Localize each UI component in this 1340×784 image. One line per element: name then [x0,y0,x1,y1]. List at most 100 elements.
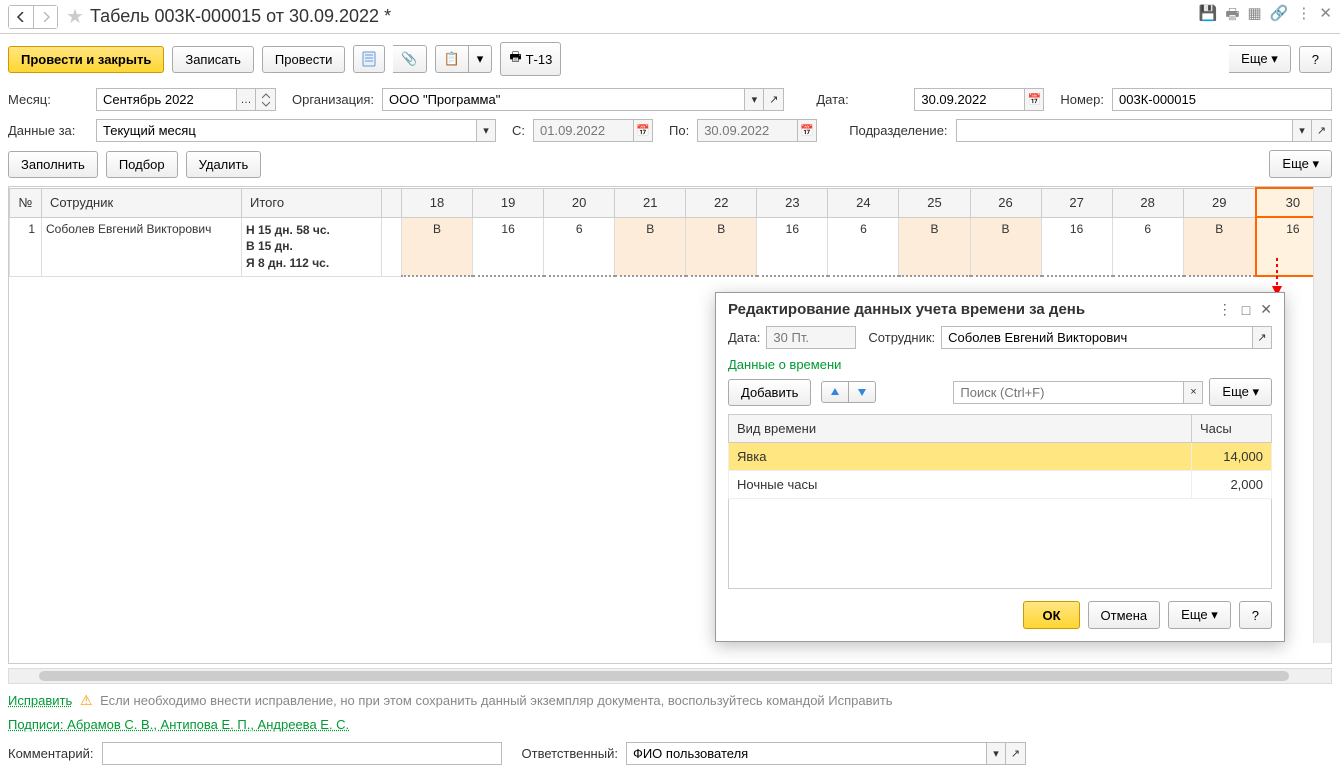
cell-day-22[interactable]: В [686,217,757,276]
month-label: Месяц: [8,92,88,107]
comment-input[interactable] [102,742,502,765]
horizontal-scrollbar[interactable] [8,668,1332,684]
dlg-more-button[interactable]: Еще ▾ [1209,378,1272,406]
dlg-help-button[interactable]: ? [1239,601,1272,629]
cell-day-29[interactable]: В [1183,217,1256,276]
col-total: Итого [242,188,382,217]
favorite-icon[interactable]: ★ [66,4,84,29]
dlg-time-table[interactable]: Вид времени Часы Явка 14,000 Ночные часы… [728,414,1272,589]
t13-button[interactable]: 🖶 Т-13 [500,42,561,76]
to-calendar-icon[interactable]: 📅 [797,119,817,142]
main-toolbar: Провести и закрыть Записать Провести 📎 📋… [0,34,1340,84]
col-day-22: 22 [686,188,757,217]
vertical-scrollbar[interactable] [1313,187,1331,643]
col-employee: Сотрудник [42,188,242,217]
signatures-link[interactable]: Подписи: Абрамов С. В., Антипова Е. П., … [8,717,349,732]
dlg-ok-button[interactable]: ОК [1023,601,1079,629]
back-button[interactable] [9,6,33,28]
from-label: С: [512,123,525,138]
responsible-dropdown[interactable]: ▾ [986,742,1006,765]
dlg-more2-button[interactable]: Еще ▾ [1168,601,1231,629]
forward-button[interactable] [33,6,57,28]
cell-day-21[interactable]: В [615,217,686,276]
cell-day-25[interactable]: В [899,217,970,276]
cell-num[interactable]: 1 [10,217,42,276]
dlg-cell-type[interactable]: Ночные часы [729,471,1192,499]
copy-button[interactable]: 📋 [435,45,469,73]
dialog-close-icon[interactable]: ✕ [1260,301,1272,318]
from-input [533,119,633,142]
cell-day-28[interactable]: 6 [1112,217,1183,276]
cell-day-23[interactable]: 16 [757,217,828,276]
dlg-cell-hours[interactable]: 14,000 [1192,443,1272,471]
title-icons: 💾 🖶 ▦ 🔗 ⋮ ✕ [1199,4,1332,29]
cell-day-18[interactable]: В [402,217,473,276]
dept-dropdown[interactable]: ▾ [1292,119,1312,142]
responsible-input[interactable] [626,742,986,765]
dept-input[interactable] [956,119,1292,142]
post-button[interactable]: Провести [262,46,346,73]
table-more-button[interactable]: Еще ▾ [1269,150,1332,178]
table-row[interactable]: 1 Соболев Евгений Викторович Н 15 дн. 58… [10,217,1331,276]
dialog-menu-icon[interactable]: ⋮ [1218,301,1232,318]
datafor-dropdown[interactable]: ▾ [476,119,496,142]
page-title: Табель 003К-000015 от 30.09.2022 * [90,6,1199,27]
dlg-cancel-button[interactable]: Отмена [1088,601,1161,629]
close-icon[interactable]: ✕ [1319,4,1332,29]
from-calendar-icon[interactable]: 📅 [633,119,653,142]
datafor-input[interactable] [96,119,476,142]
dlg-emp-input[interactable] [941,326,1252,349]
dept-open[interactable]: ↗ [1312,119,1332,142]
month-ellipsis[interactable]: … [236,88,256,111]
cell-day-26[interactable]: В [970,217,1041,276]
more-button[interactable]: Еще ▾ [1229,45,1291,73]
org-input[interactable] [382,88,744,111]
dlg-emp-open[interactable]: ↗ [1252,326,1272,349]
month-input[interactable] [96,88,236,111]
number-input[interactable] [1112,88,1332,111]
cell-day-27[interactable]: 16 [1041,217,1112,276]
dlg-search-input[interactable] [953,381,1183,404]
table-header-row: № Сотрудник Итого 18 19 20 21 22 23 24 2… [10,188,1331,217]
org-open[interactable]: ↗ [764,88,784,111]
save-icon[interactable]: 💾 [1199,4,1218,29]
print-icon[interactable]: 🖶 [1225,4,1239,29]
menu-icon[interactable]: ⋮ [1296,4,1311,29]
fix-link[interactable]: Исправить [8,693,72,708]
doc-icon-button[interactable] [353,45,385,73]
dlg-row-selected[interactable]: Явка 14,000 [729,443,1272,471]
dlg-up-button[interactable] [821,381,849,403]
org-dropdown[interactable]: ▾ [744,88,764,111]
cell-day-24[interactable]: 6 [828,217,899,276]
dialog-maximize-icon[interactable]: □ [1242,302,1250,318]
save-button[interactable]: Записать [172,46,254,73]
report-icon[interactable]: ▦ [1248,4,1262,29]
month-spinner[interactable] [256,88,276,111]
dlg-row[interactable]: Ночные часы 2,000 [729,471,1272,499]
cell-day-20[interactable]: 6 [544,217,615,276]
pick-button[interactable]: Подбор [106,151,178,178]
col-day-24: 24 [828,188,899,217]
dlg-cell-type[interactable]: Явка [729,443,1192,471]
hint-row: Исправить ⚠ Если необходимо внести испра… [0,688,1340,713]
dlg-add-button[interactable]: Добавить [728,379,811,406]
date-calendar-icon[interactable]: 📅 [1024,88,1044,111]
attach-button[interactable]: 📎 [393,45,426,73]
post-close-button[interactable]: Провести и закрыть [8,46,164,73]
dlg-cell-hours[interactable]: 2,000 [1192,471,1272,499]
cell-employee[interactable]: Соболев Евгений Викторович [42,217,242,276]
comment-label: Комментарий: [8,746,94,761]
timesheet-table[interactable]: № Сотрудник Итого 18 19 20 21 22 23 24 2… [9,187,1331,277]
cell-total[interactable]: Н 15 дн. 58 чс. В 15 дн. Я 8 дн. 112 чс. [242,217,382,276]
link-icon[interactable]: 🔗 [1270,4,1289,29]
responsible-open[interactable]: ↗ [1006,742,1026,765]
fill-button[interactable]: Заполнить [8,151,98,178]
dlg-search-clear[interactable]: × [1183,381,1203,404]
date-input[interactable] [914,88,1024,111]
help-button[interactable]: ? [1299,46,1332,73]
cell-day-19[interactable]: 16 [473,217,544,276]
dlg-date-input [766,326,856,349]
dlg-down-button[interactable] [849,381,876,403]
copy-dropdown[interactable]: ▾ [469,45,493,73]
delete-button[interactable]: Удалить [186,151,262,178]
